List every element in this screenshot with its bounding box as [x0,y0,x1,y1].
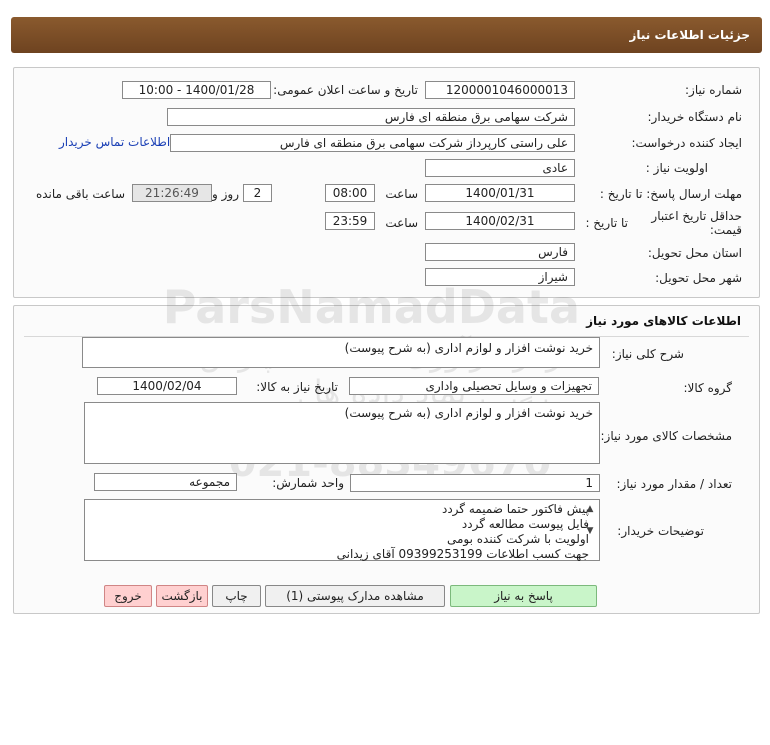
back-button[interactable]: بازگشت [156,585,208,607]
buyer-notes-field[interactable]: پیش فاکتور حتما ضمیمه گردد فایل پیوست مط… [84,499,600,561]
validity-date-field: 1400/02/31 [425,212,575,230]
general-desc-field: خرید نوشت افزار و لوازم اداری (به شرح پی… [82,337,600,368]
requester-label: ایجاد کننده درخواست: [631,136,742,150]
deadline-date-field: 1400/01/31 [425,184,575,202]
remaining-time-field: 21:26:49 [132,184,212,202]
days-label: روز و [212,187,239,201]
announce-label: تاریخ و ساعت اعلان عمومی: [273,83,418,97]
buyer-org-label: نام دستگاه خریدار: [647,110,743,124]
deadline-time-label: ساعت [385,187,418,201]
scroll-up-icon[interactable]: ▲ [584,502,596,517]
page-title: جزئیات اطلاعات نیاز [629,28,750,42]
goods-spec-label: مشخصات کالای مورد نیاز: [600,429,732,443]
need-number-label: شماره نیاز: [685,83,742,97]
deadline-label: مهلت ارسال پاسخ: تا تاریخ : [599,187,742,201]
province-field: فارس [425,243,575,261]
goods-section-title: اطلاعات کالاهای مورد نیاز [586,314,741,328]
priority-field: عادی [425,159,575,177]
announce-datetime-field: 1400/01/28 - 10:00 [122,81,271,99]
goods-spec-field: خرید نوشت افزار و لوازم اداری (به شرح پی… [84,402,600,464]
need-date-field: 1400/02/04 [97,377,237,395]
min-validity-label: حداقل تاریخ اعتبار قیمت: [651,209,742,237]
reply-button[interactable]: پاسخ به نیاز [450,585,597,607]
need-number-field: 1200001046000013 [425,81,575,99]
goods-group-label: گروه کالا: [683,381,733,395]
province-label: استان محل تحویل: [647,246,742,260]
priority-label: اولویت نیاز : [645,161,708,175]
goods-group-field: تجهیزات و وسایل تحصیلی واداری [349,377,599,395]
buyer-note-line: اولویت با شرکت کننده بومی [446,532,589,546]
deadline-time-field: 08:00 [325,184,375,202]
city-label: شهر محل تحویل: [655,271,742,285]
exit-button[interactable]: خروج [104,585,152,607]
need-info-panel [13,67,760,298]
print-button[interactable]: چاپ [212,585,261,607]
need-date-label: تاریخ نیاز به کالا: [256,380,338,394]
buyer-notes-label: توضیحات خریدار: [617,524,704,538]
unit-field: مجموعه [94,473,237,491]
buyer-org-field: شرکت سهامی برق منطقه ای فارس [167,108,575,126]
buyer-note-line: فایل پیوست مطالعه گردد [461,517,589,531]
quantity-field: 1 [350,474,600,492]
general-desc-label: شرح کلی نیاز: [611,347,684,361]
remaining-label: ساعت باقی مانده [35,187,125,201]
validity-time-label: ساعت [385,216,418,230]
days-remaining-field: 2 [243,184,272,202]
unit-label: واحد شمارش: [272,476,344,490]
quantity-label: تعداد / مقدار مورد نیاز: [616,477,732,491]
view-attachments-button[interactable]: مشاهده مدارک پیوستی (1) [265,585,445,607]
buyer-note-line: پیش فاکتور حتما ضمیمه گردد [441,502,589,516]
validity-time-field: 23:59 [325,212,375,230]
buyer-contact-link[interactable]: اطلاعات تماس خریدار [59,135,170,149]
buyer-note-line: جهت کسب اطلاعات 09399253199 آقای زیدانی [336,547,589,561]
requester-field: علی راستی کارپرداز شرکت سهامی برق منطقه … [170,134,575,152]
validity-until-label: تا تاریخ : [585,216,628,230]
city-field: شیراز [425,268,575,286]
scroll-down-icon[interactable]: ▼ [584,524,596,539]
notes-scrollbar[interactable]: ▲ ▼ [584,502,596,558]
page-header: جزئیات اطلاعات نیاز [11,17,762,53]
